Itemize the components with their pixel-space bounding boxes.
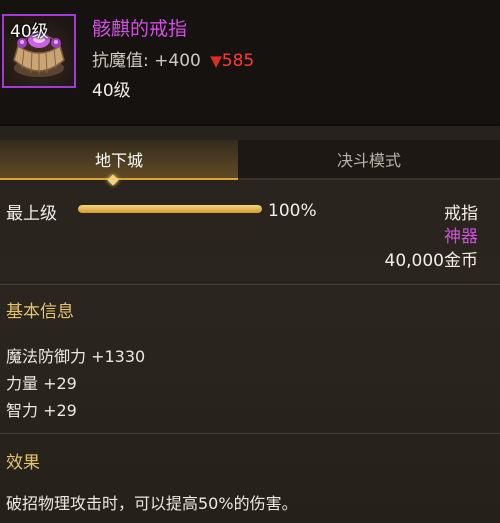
tab-dungeon[interactable]: 地下城	[0, 140, 238, 180]
resist-value: +400	[154, 51, 201, 71]
item-header: 40级 骸麒的戒指 抗魔值: +400 ▼585 40级	[0, 0, 500, 124]
icon-level-badge: 40级	[10, 22, 49, 42]
upgrade-level-label: 最上级	[6, 204, 57, 224]
effect-description: 破招物理攻击时，可以提高50%的伤害。	[6, 494, 298, 513]
basic-info-title: 基本信息	[6, 302, 74, 322]
item-name: 骸麒的戒指	[92, 18, 188, 40]
resist-total: 585	[221, 51, 255, 71]
section-divider	[0, 433, 500, 434]
stat-line: 力量 +29	[6, 374, 77, 393]
item-icon-frame[interactable]: 40级	[2, 14, 76, 88]
upgrade-progress-fill	[78, 205, 262, 213]
header-divider	[0, 124, 500, 126]
item-rarity: 神器	[444, 227, 478, 247]
item-tooltip-panel: 40级 骸麒的戒指 抗魔值: +400 ▼585 40级 地下城 决斗模式 最上…	[0, 0, 500, 523]
stat-line: 魔法防御力 +1330	[6, 347, 146, 366]
resist-label: 抗魔值:	[92, 51, 149, 71]
item-type: 戒指	[444, 204, 478, 224]
section-divider	[0, 284, 500, 285]
upgrade-progress-percent: 100%	[268, 201, 317, 221]
effect-title: 效果	[6, 453, 40, 473]
decrease-arrow-icon: ▼	[210, 52, 222, 70]
tab-duel-mode[interactable]: 决斗模式	[238, 140, 500, 180]
upgrade-progress-bar	[78, 205, 262, 213]
resist-row: 抗魔值: +400 ▼585	[92, 46, 254, 71]
item-level: 40级	[92, 81, 131, 101]
stat-line: 智力 +29	[6, 401, 77, 420]
item-price: 40,000金币	[384, 251, 478, 271]
